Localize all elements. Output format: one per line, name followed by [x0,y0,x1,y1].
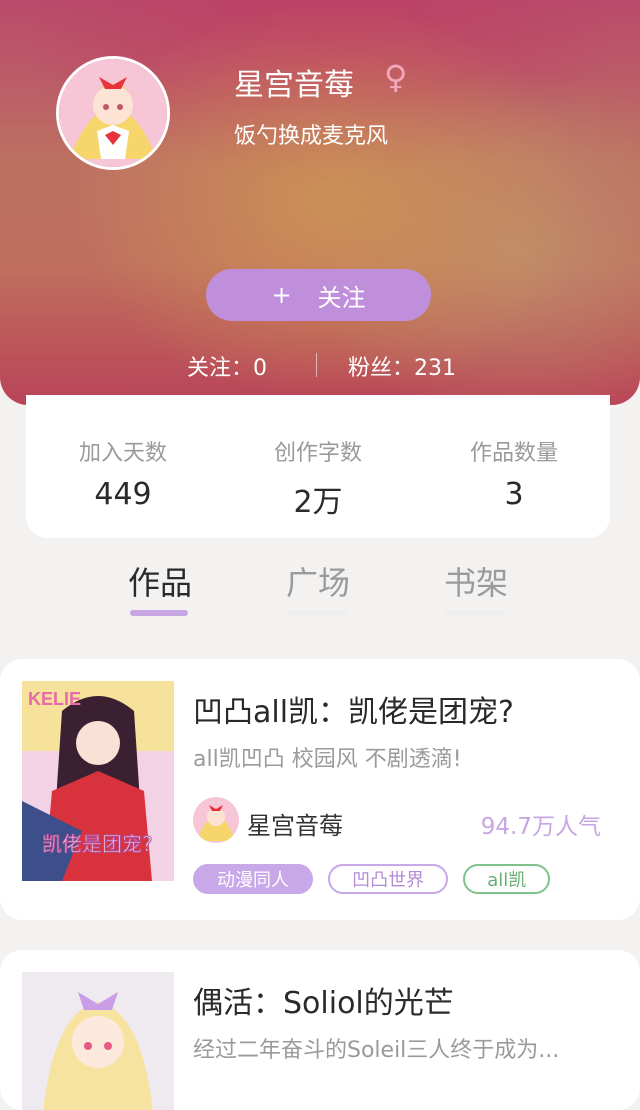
tab-label: 书架 [443,564,508,602]
work-tags: 动漫同人 凹凸世界 all凯 [193,864,560,898]
work-description: 经过二年奋斗的Soleil三人终于成为... [193,1038,560,1063]
tab-indicator [130,610,188,616]
work-cover-image[interactable]: KELIE 凯佬是团宠? [22,681,174,881]
stat-work-count: 作品数量 3 [434,435,594,512]
profile-avatar[interactable] [56,56,170,170]
work-card[interactable]: KELIE 凯佬是团宠? 凹凸all凯：凯佬是团宠? all凯凹凸 校园风 不剧… [0,659,640,920]
work-cover-image[interactable] [22,972,174,1110]
stat-label: 创作字数 [273,441,362,466]
stat-join-days: 加入天数 449 [43,435,203,512]
stat-value: 449 [94,477,152,512]
follow-stats: 关注：0 粉丝：231 [0,350,640,382]
tab-label: 作品 [127,564,192,602]
stat-value: 2万 [293,485,343,520]
profile-tabs: 作品 广场 书架 [0,558,640,628]
profile-name: 星宫音莓 [234,68,354,103]
profile-signature: 饭勺换成麦克风 [234,124,389,149]
work-title[interactable]: 凹凸all凯：凯佬是团宠? [193,687,514,731]
tag-aotu-world[interactable]: 凹凸世界 [328,864,449,894]
stat-label: 加入天数 [78,441,167,466]
tag-anime-fanfic[interactable]: 动漫同人 [193,864,313,894]
follow-button[interactable]: + 关注 [206,269,431,321]
stat-value: 3 [504,477,524,512]
plus-icon: + [271,281,292,309]
fans-count[interactable]: 粉丝：231 [348,350,456,382]
tab-indicator [446,610,504,616]
stat-word-count: 创作字数 2万 [238,435,398,521]
profile-header: 星宫音莓 ♀ 饭勺换成麦克风 + 关注 关注：0 粉丝：231 [0,0,640,405]
author-avatar[interactable] [193,797,239,843]
author-avatar-illustration [193,797,239,843]
tab-label: 广场 [285,564,350,602]
author-stats-card: 加入天数 449 创作字数 2万 作品数量 3 [26,395,610,538]
tag-all-kai[interactable]: all凯 [463,864,551,894]
cover-illustration: KELIE 凯佬是团宠? [22,681,174,881]
tab-indicator [288,610,346,616]
avatar-illustration [59,59,167,167]
stats-divider [316,353,317,377]
follow-button-label: 关注 [317,283,366,312]
work-author-row: 星宫音莓 94.7万人气 [193,797,613,845]
tab-bookshelf[interactable]: 书架 [416,558,536,616]
author-name: 星宫音莓 [247,812,343,840]
work-description: all凯凹凸 校园风 不剧透滴! [193,747,462,772]
female-icon: ♀ [384,58,408,96]
cover-illustration [22,972,174,1110]
cover-subtitle-text: 凯佬是团宠? [42,832,153,856]
cover-title-text: KELIE [28,689,81,709]
stat-label: 作品数量 [469,441,558,466]
tab-square[interactable]: 广场 [258,558,378,616]
work-card[interactable]: 偶活：Soliol的光芒 经过二年奋斗的Soleil三人终于成为... [0,950,640,1110]
tab-works[interactable]: 作品 [100,558,220,616]
work-title[interactable]: 偶活：Soliol的光芒 [193,978,454,1022]
following-count[interactable]: 关注：0 [187,350,267,382]
popularity-count: 94.7万人气 [480,814,601,840]
